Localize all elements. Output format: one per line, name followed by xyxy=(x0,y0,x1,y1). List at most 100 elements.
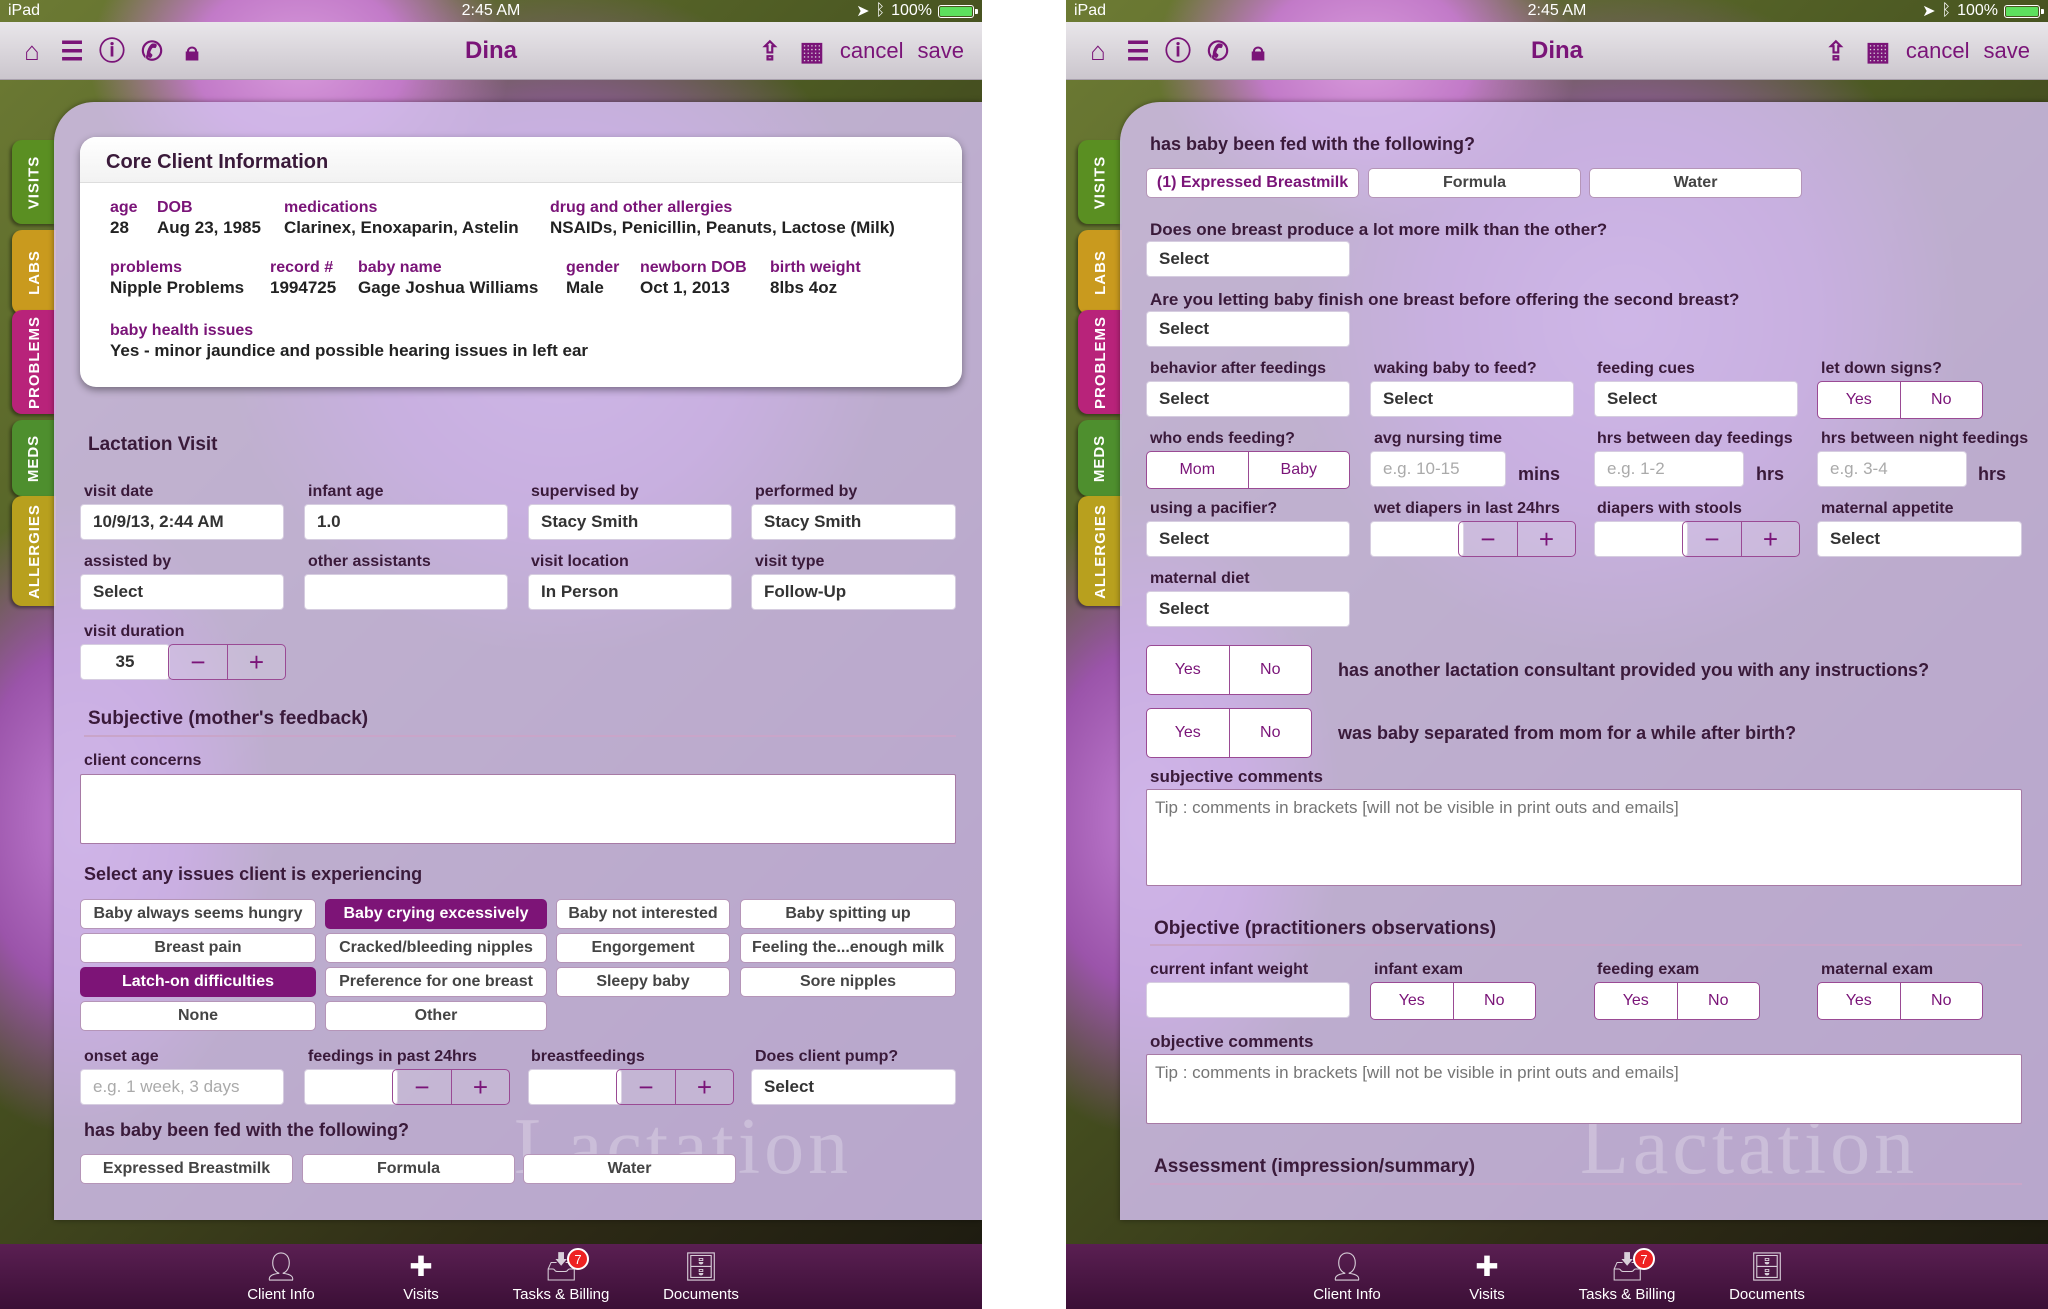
issue-pill[interactable]: Feeling the...enough milk xyxy=(740,933,956,963)
subjective-comments-textarea[interactable] xyxy=(1146,789,2022,886)
issue-pill[interactable]: Cracked/bleeding nipples xyxy=(325,933,547,963)
issue-pill[interactable]: Other xyxy=(325,1001,547,1031)
no-option[interactable]: No xyxy=(1899,983,1983,1019)
tab-tasks-billing[interactable]: 📥︎ 7 Tasks & Billing xyxy=(1557,1244,1697,1309)
sidetab-meds[interactable]: MEDS xyxy=(12,420,56,496)
tab-documents[interactable]: 🗄︎ Documents xyxy=(631,1244,771,1309)
sidetab-problems[interactable]: PROBLEMS xyxy=(12,310,56,414)
lock-icon[interactable]: 🔒︎ xyxy=(1244,37,1272,65)
issue-pill[interactable]: Breast pain xyxy=(80,933,316,963)
appetite-select[interactable]: Select xyxy=(1817,521,2022,557)
sidetab-labs[interactable]: LABS xyxy=(1078,230,1122,314)
yes-option[interactable]: Yes xyxy=(1595,983,1677,1019)
hrs-day-field[interactable]: e.g. 1-2 xyxy=(1594,451,1744,487)
fed-option-pill[interactable]: Formula xyxy=(302,1154,515,1184)
tab-tasks-billing[interactable]: 📥︎ 7 Tasks & Billing xyxy=(491,1244,631,1309)
issue-pill-selected[interactable]: Baby crying excessively xyxy=(325,899,547,929)
feedings-field[interactable] xyxy=(304,1069,398,1105)
infant-weight-field[interactable] xyxy=(1146,982,1350,1018)
yes-option[interactable]: Yes xyxy=(1147,646,1229,694)
sidetab-visits[interactable]: VISITS xyxy=(12,140,56,224)
issue-pill[interactable]: Sore nipples xyxy=(740,967,956,997)
sidetab-labs[interactable]: LABS xyxy=(12,230,56,314)
plus-icon[interactable]: + xyxy=(451,1070,509,1104)
save-button[interactable]: save xyxy=(1984,38,2030,64)
wet-diapers-field[interactable] xyxy=(1370,521,1464,557)
issue-pill[interactable]: Preference for one breast xyxy=(325,967,547,997)
phone-icon[interactable]: ✆ xyxy=(138,37,166,65)
yes-option[interactable]: Yes xyxy=(1818,983,1900,1019)
list-icon[interactable]: ☰ xyxy=(1124,37,1152,65)
avg-nursing-field[interactable]: e.g. 10-15 xyxy=(1370,451,1506,487)
share-icon[interactable]: ⇪ xyxy=(1822,37,1850,65)
plus-icon[interactable]: + xyxy=(227,645,285,679)
issue-pill[interactable]: Sleepy baby xyxy=(556,967,730,997)
yes-option[interactable]: Yes xyxy=(1371,983,1453,1019)
onset-age-field[interactable]: e.g. 1 week, 3 days xyxy=(80,1069,284,1105)
tab-client-info[interactable]: 👤︎ Client Info xyxy=(1277,1244,1417,1309)
assisted-by-select[interactable]: Select xyxy=(80,574,284,610)
supervised-by-field[interactable]: Stacy Smith xyxy=(528,504,732,540)
fed-option-pill[interactable]: Water xyxy=(523,1154,736,1184)
behavior-select[interactable]: Select xyxy=(1146,381,1350,417)
sidetab-problems[interactable]: PROBLEMS xyxy=(1078,310,1122,414)
cancel-button[interactable]: cancel xyxy=(840,38,904,64)
plus-icon[interactable]: + xyxy=(675,1070,733,1104)
minus-icon[interactable]: − xyxy=(393,1070,451,1104)
fed-option-pill[interactable]: (1) Expressed Breastmilk xyxy=(1146,168,1359,198)
baby-option[interactable]: Baby xyxy=(1247,452,1350,488)
pacifier-select[interactable]: Select xyxy=(1146,521,1350,557)
no-option[interactable]: No xyxy=(1452,983,1536,1019)
stools-field[interactable] xyxy=(1594,521,1688,557)
save-button[interactable]: save xyxy=(918,38,964,64)
visit-type-field[interactable]: Follow-Up xyxy=(751,574,956,610)
issue-pill-selected[interactable]: Latch-on difficulties xyxy=(80,967,316,997)
minus-icon[interactable]: − xyxy=(1683,522,1741,556)
home-icon[interactable]: ⌂ xyxy=(18,37,46,65)
sidetab-visits[interactable]: VISITS xyxy=(1078,140,1122,224)
tab-visits[interactable]: ✚ Visits xyxy=(351,1244,491,1309)
tab-documents[interactable]: 🗄︎ Documents xyxy=(1697,1244,1837,1309)
minus-icon[interactable]: − xyxy=(169,645,227,679)
diet-select[interactable]: Select xyxy=(1146,591,1350,627)
sidetab-meds[interactable]: MEDS xyxy=(1078,420,1122,496)
yes-option[interactable]: Yes xyxy=(1818,382,1900,418)
fed-option-pill[interactable]: Water xyxy=(1589,168,1802,198)
visit-duration-field[interactable]: 35 xyxy=(80,644,170,680)
breast-milk-select[interactable]: Select xyxy=(1146,241,1350,277)
cancel-button[interactable]: cancel xyxy=(1906,38,1970,64)
fed-option-pill[interactable]: Expressed Breastmilk xyxy=(80,1154,293,1184)
sidetab-allergies[interactable]: ALLERGIES xyxy=(1078,496,1122,606)
yes-option[interactable]: Yes xyxy=(1147,709,1229,757)
client-concerns-textarea[interactable] xyxy=(80,774,956,844)
sidetab-allergies[interactable]: ALLERGIES xyxy=(12,496,56,606)
cues-select[interactable]: Select xyxy=(1594,381,1798,417)
performed-by-field[interactable]: Stacy Smith xyxy=(751,504,956,540)
minus-icon[interactable]: − xyxy=(617,1070,675,1104)
no-option[interactable]: No xyxy=(1228,646,1312,694)
finish-breast-select[interactable]: Select xyxy=(1146,311,1350,347)
other-assistants-field[interactable] xyxy=(304,574,508,610)
calendar-icon[interactable]: ▦ xyxy=(798,37,826,65)
objective-comments-textarea[interactable] xyxy=(1146,1054,2022,1124)
no-option[interactable]: No xyxy=(1899,382,1983,418)
issue-pill[interactable]: None xyxy=(80,1001,316,1031)
plus-icon[interactable]: + xyxy=(1741,522,1799,556)
visit-location-field[interactable]: In Person xyxy=(528,574,732,610)
plus-icon[interactable]: + xyxy=(1517,522,1575,556)
share-icon[interactable]: ⇪ xyxy=(756,37,784,65)
info-icon[interactable]: ⓘ xyxy=(1164,37,1192,65)
pump-select[interactable]: Select xyxy=(751,1069,956,1105)
tab-client-info[interactable]: 👤︎ Client Info xyxy=(211,1244,351,1309)
mom-option[interactable]: Mom xyxy=(1147,452,1248,488)
calendar-icon[interactable]: ▦ xyxy=(1864,37,1892,65)
issue-pill[interactable]: Baby spitting up xyxy=(740,899,956,929)
home-icon[interactable]: ⌂ xyxy=(1084,37,1112,65)
lock-icon[interactable]: 🔒︎ xyxy=(178,37,206,65)
minus-icon[interactable]: − xyxy=(1459,522,1517,556)
info-icon[interactable]: ⓘ xyxy=(98,37,126,65)
issue-pill[interactable]: Baby always seems hungry xyxy=(80,899,316,929)
issue-pill[interactable]: Baby not interested xyxy=(556,899,730,929)
no-option[interactable]: No xyxy=(1676,983,1760,1019)
fed-option-pill[interactable]: Formula xyxy=(1368,168,1581,198)
